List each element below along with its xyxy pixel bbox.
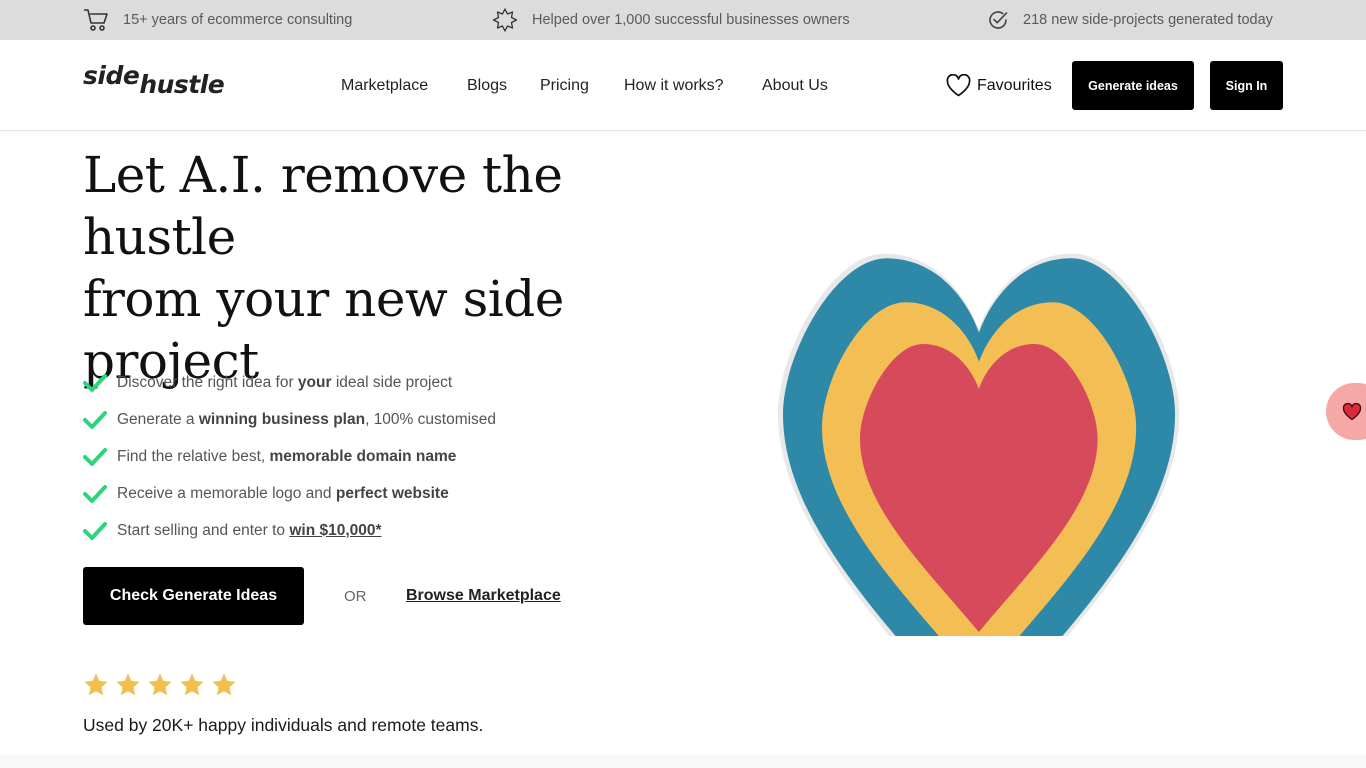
feature-item: Discover the right idea for your ideal s… [83,364,496,401]
checkmark-icon [83,373,107,392]
logo-part2: hustle [139,70,225,99]
star-icon [116,673,140,696]
checkmark-icon [83,410,107,429]
checkmark-icon [83,484,107,503]
star-icon [180,673,204,696]
nav-item-pricing[interactable]: Pricing [540,77,589,95]
checkmark-icon [83,521,107,540]
star-icon [84,673,108,696]
checkmark-icon [83,447,107,466]
star-icon [212,673,236,696]
topbar-item-consulting: 15+ years of ecommerce consulting [83,0,352,40]
nav-item-blogs[interactable]: Blogs [467,77,507,95]
feature-text: Receive a memorable logo and perfect web… [117,484,449,502]
feature-item: Generate a winning business plan, 100% c… [83,401,496,438]
topbar-item-generated: 218 new side-projects generated today [987,0,1273,40]
heart-outline-icon [946,74,971,97]
sign-in-button[interactable]: Sign In [1210,61,1283,110]
or-separator: OR [344,588,367,605]
floating-favourites-button[interactable] [1326,383,1366,440]
nav-item-marketplace[interactable]: Marketplace [341,77,428,95]
badge-icon [492,8,518,32]
heart-icon [1342,402,1362,420]
feature-text: Generate a winning business plan, 100% c… [117,410,497,428]
check-generate-ideas-button[interactable]: Check Generate Ideas [83,567,304,625]
feature-item: Receive a memorable logo and perfect web… [83,475,496,512]
star-icon [148,673,172,696]
feature-text: Find the relative best, memorable domain… [117,447,457,465]
logo-part1: side [83,61,140,90]
favourites-label: Favourites [977,76,1052,94]
hero-title-line2: from your new side [83,270,564,328]
win-prize-link[interactable]: win $10,000* [289,522,381,539]
feature-item: Find the relative best, memorable domain… [83,438,496,475]
favourites-link[interactable]: Favourites [946,74,1052,97]
hero-title-line1: Let A.I. remove the hustle [83,146,563,266]
check-circle-icon [989,11,1008,29]
feature-text: Start selling and enter to win $10,000* [117,521,382,539]
rating-stars [83,672,237,698]
logo[interactable]: sidehustle [83,61,225,99]
heart-illustration [776,236,1182,740]
topbar-text: Helped over 1,000 successful businesses … [532,12,850,28]
topbar-text: 218 new side-projects generated today [1023,12,1273,28]
generate-ideas-button[interactable]: Generate ideas [1072,61,1194,110]
next-section-edge [0,754,1366,768]
cart-icon [84,9,108,31]
browse-marketplace-link[interactable]: Browse Marketplace [406,587,561,605]
topbar-text: 15+ years of ecommerce consulting [123,12,353,28]
nav-item-how-it-works[interactable]: How it works? [624,77,724,95]
top-info-bar: 15+ years of ecommerce consulting Helped… [0,0,1366,40]
social-proof-text: Used by 20K+ happy individuals and remot… [83,715,484,735]
layered-heart-icon [778,253,1180,740]
nav-item-about-us[interactable]: About Us [762,77,828,95]
topbar-item-helped: Helped over 1,000 successful businesses … [492,0,850,40]
feature-item: Start selling and enter to win $10,000* [83,512,496,549]
hero-title: Let A.I. remove the hustle from your new… [83,144,703,392]
feature-list: Discover the right idea for your ideal s… [83,364,496,549]
feature-text: Discover the right idea for your ideal s… [117,373,453,391]
